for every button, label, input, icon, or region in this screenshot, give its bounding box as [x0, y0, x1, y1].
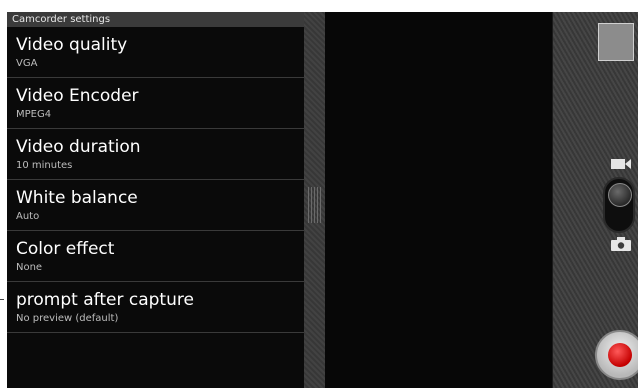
camera-viewfinder[interactable] — [325, 12, 553, 388]
settings-header: Camcorder settings — [7, 12, 304, 27]
mode-switch-knob[interactable] — [608, 183, 632, 207]
setting-summary: MPEG4 — [16, 109, 52, 120]
record-icon — [608, 343, 632, 367]
camera-mode-switch[interactable] — [603, 177, 635, 233]
setting-summary: No preview (default) — [16, 313, 119, 324]
setting-summary: None — [16, 262, 43, 273]
setting-prompt-after-capture[interactable]: prompt after capture No preview (default… — [7, 282, 304, 333]
setting-title: prompt after capture — [16, 290, 194, 310]
setting-video-duration[interactable]: Video duration 10 minutes — [7, 129, 304, 180]
camcorder-screen: Camcorder settings Video quality VGA Vid… — [7, 12, 638, 388]
setting-summary: VGA — [16, 58, 38, 69]
setting-summary: Auto — [16, 211, 40, 222]
setting-summary: 10 minutes — [16, 160, 73, 171]
video-camera-icon — [611, 159, 631, 169]
camera-icon — [611, 237, 631, 251]
setting-color-effect[interactable]: Color effect None — [7, 231, 304, 282]
setting-title: Color effect — [16, 239, 115, 259]
setting-title: White balance — [16, 188, 138, 208]
camera-control-bar — [553, 12, 638, 388]
setting-title: Video Encoder — [16, 86, 139, 106]
settings-panel: Camcorder settings Video quality VGA Vid… — [7, 12, 304, 388]
edge-marker — [0, 299, 4, 300]
last-capture-thumbnail[interactable] — [598, 23, 634, 61]
setting-video-quality[interactable]: Video quality VGA — [7, 27, 304, 78]
record-button[interactable] — [595, 330, 638, 380]
setting-title: Video duration — [16, 137, 141, 157]
setting-video-encoder[interactable]: Video Encoder MPEG4 — [7, 78, 304, 129]
setting-title: Video quality — [16, 35, 128, 55]
drag-handle-icon[interactable] — [308, 187, 322, 223]
setting-white-balance[interactable]: White balance Auto — [7, 180, 304, 231]
